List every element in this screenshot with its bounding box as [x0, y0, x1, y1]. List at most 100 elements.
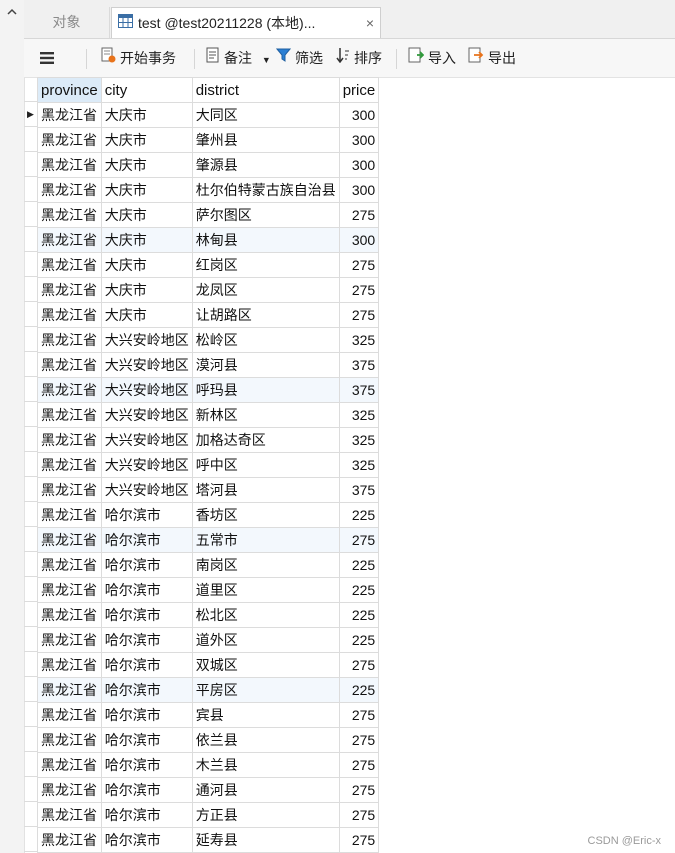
cell-price[interactable]: 225 — [338, 627, 380, 653]
row-indicator-cell[interactable] — [24, 777, 37, 802]
cell-province[interactable]: 黑龙江省 — [37, 177, 102, 203]
cell-district[interactable]: 让胡路区 — [191, 302, 340, 328]
current-row-indicator-icon[interactable]: ▶ — [24, 102, 37, 127]
row-indicator-cell[interactable] — [24, 352, 37, 377]
cell-district[interactable]: 红岗区 — [191, 252, 340, 278]
cell-district[interactable]: 依兰县 — [191, 727, 340, 753]
cell-province[interactable]: 黑龙江省 — [37, 127, 102, 153]
cell-district[interactable]: 呼玛县 — [191, 377, 340, 403]
cell-price[interactable]: 300 — [338, 127, 380, 153]
cell-district[interactable]: 平房区 — [191, 677, 340, 703]
table-row[interactable]: 黑龙江省 哈尔滨市 延寿县 275 — [37, 827, 380, 853]
cell-province[interactable]: 黑龙江省 — [37, 377, 102, 403]
cell-price[interactable]: 375 — [338, 377, 380, 403]
cell-price[interactable]: 225 — [338, 502, 380, 528]
cell-city[interactable]: 大庆市 — [100, 152, 193, 178]
cell-province[interactable]: 黑龙江省 — [37, 527, 102, 553]
cell-price[interactable]: 275 — [338, 777, 380, 803]
table-row[interactable]: 黑龙江省 大庆市 萨尔图区 275 — [37, 202, 380, 228]
column-header-province[interactable]: province — [37, 77, 102, 103]
cell-city[interactable]: 哈尔滨市 — [100, 802, 193, 828]
cell-district[interactable]: 香坊区 — [191, 502, 340, 528]
row-indicator-cell[interactable] — [24, 277, 37, 302]
table-row[interactable]: 黑龙江省 哈尔滨市 宾县 275 — [37, 702, 380, 728]
table-row[interactable]: 黑龙江省 大兴安岭地区 呼玛县 375 — [37, 377, 380, 403]
cell-city[interactable]: 哈尔滨市 — [100, 627, 193, 653]
row-indicator-cell[interactable] — [24, 627, 37, 652]
row-indicator-cell[interactable] — [24, 652, 37, 677]
cell-district[interactable]: 呼中区 — [191, 452, 340, 478]
cell-district[interactable]: 通河县 — [191, 777, 340, 803]
cell-price[interactable]: 325 — [338, 427, 380, 453]
begin-transaction-button[interactable]: 开始事务 — [100, 39, 176, 77]
table-row[interactable]: 黑龙江省 哈尔滨市 木兰县 275 — [37, 752, 380, 778]
column-header-price[interactable]: price — [338, 77, 380, 103]
cell-price[interactable]: 275 — [338, 727, 380, 753]
cell-price[interactable]: 325 — [338, 452, 380, 478]
cell-province[interactable]: 黑龙江省 — [37, 827, 102, 853]
cell-price[interactable]: 300 — [338, 152, 380, 178]
cell-price[interactable]: 300 — [338, 227, 380, 253]
cell-price[interactable]: 275 — [338, 752, 380, 778]
sort-button[interactable]: 排序 — [336, 39, 382, 77]
table-row[interactable]: 黑龙江省 大庆市 大同区 300 — [37, 102, 380, 128]
table-row[interactable]: 黑龙江省 大兴安岭地区 加格达奇区 325 — [37, 427, 380, 453]
table-row[interactable]: 黑龙江省 大兴安岭地区 呼中区 325 — [37, 452, 380, 478]
tab-active-table[interactable]: test @test20211228 (本地)... × — [111, 7, 381, 38]
cell-price[interactable]: 225 — [338, 602, 380, 628]
cell-province[interactable]: 黑龙江省 — [37, 352, 102, 378]
cell-city[interactable]: 大兴安岭地区 — [100, 402, 193, 428]
cell-price[interactable]: 325 — [338, 327, 380, 353]
table-row[interactable]: 黑龙江省 哈尔滨市 南岗区 225 — [37, 552, 380, 578]
note-button[interactable]: 备注 ▼ — [206, 39, 271, 77]
row-indicator-cell[interactable] — [24, 477, 37, 502]
close-icon[interactable]: × — [366, 8, 374, 38]
cell-price[interactable]: 275 — [338, 652, 380, 678]
cell-district[interactable]: 双城区 — [191, 652, 340, 678]
table-row[interactable]: 黑龙江省 大兴安岭地区 松岭区 325 — [37, 327, 380, 353]
cell-district[interactable]: 大同区 — [191, 102, 340, 128]
cell-price[interactable]: 275 — [338, 302, 380, 328]
row-indicator-cell[interactable] — [24, 702, 37, 727]
cell-city[interactable]: 哈尔滨市 — [100, 702, 193, 728]
cell-price[interactable]: 375 — [338, 352, 380, 378]
cell-city[interactable]: 哈尔滨市 — [100, 777, 193, 803]
cell-city[interactable]: 哈尔滨市 — [100, 502, 193, 528]
cell-city[interactable]: 大兴安岭地区 — [100, 377, 193, 403]
cell-city[interactable]: 哈尔滨市 — [100, 727, 193, 753]
table-row[interactable]: 黑龙江省 哈尔滨市 依兰县 275 — [37, 727, 380, 753]
cell-province[interactable]: 黑龙江省 — [37, 727, 102, 753]
cell-district[interactable]: 肇州县 — [191, 127, 340, 153]
row-indicator-cell[interactable] — [24, 427, 37, 452]
cell-province[interactable]: 黑龙江省 — [37, 602, 102, 628]
table-row[interactable]: 黑龙江省 大庆市 龙凤区 275 — [37, 277, 380, 303]
table-row[interactable]: 黑龙江省 大庆市 让胡路区 275 — [37, 302, 380, 328]
cell-province[interactable]: 黑龙江省 — [37, 152, 102, 178]
table-row[interactable]: 黑龙江省 哈尔滨市 双城区 275 — [37, 652, 380, 678]
cell-province[interactable]: 黑龙江省 — [37, 802, 102, 828]
cell-price[interactable]: 325 — [338, 402, 380, 428]
cell-district[interactable]: 肇源县 — [191, 152, 340, 178]
cell-city[interactable]: 哈尔滨市 — [100, 577, 193, 603]
cell-district[interactable]: 方正县 — [191, 802, 340, 828]
cell-province[interactable]: 黑龙江省 — [37, 552, 102, 578]
chevron-down-icon[interactable]: ▼ — [262, 55, 271, 65]
cell-province[interactable]: 黑龙江省 — [37, 452, 102, 478]
table-row[interactable]: 黑龙江省 哈尔滨市 平房区 225 — [37, 677, 380, 703]
cell-district[interactable]: 南岗区 — [191, 552, 340, 578]
cell-price[interactable]: 225 — [338, 552, 380, 578]
column-header-city[interactable]: city — [100, 77, 193, 103]
cell-province[interactable]: 黑龙江省 — [37, 252, 102, 278]
row-indicator-cell[interactable] — [24, 202, 37, 227]
table-row[interactable]: 黑龙江省 大兴安岭地区 塔河县 375 — [37, 477, 380, 503]
cell-province[interactable]: 黑龙江省 — [37, 752, 102, 778]
cell-province[interactable]: 黑龙江省 — [37, 702, 102, 728]
cell-city[interactable]: 大庆市 — [100, 227, 193, 253]
row-indicator-cell[interactable] — [24, 452, 37, 477]
cell-price[interactable]: 375 — [338, 477, 380, 503]
cell-district[interactable]: 林甸县 — [191, 227, 340, 253]
table-row[interactable]: 黑龙江省 大庆市 肇州县 300 — [37, 127, 380, 153]
table-row[interactable]: 黑龙江省 大庆市 红岗区 275 — [37, 252, 380, 278]
cell-city[interactable]: 大庆市 — [100, 252, 193, 278]
cell-district[interactable]: 宾县 — [191, 702, 340, 728]
